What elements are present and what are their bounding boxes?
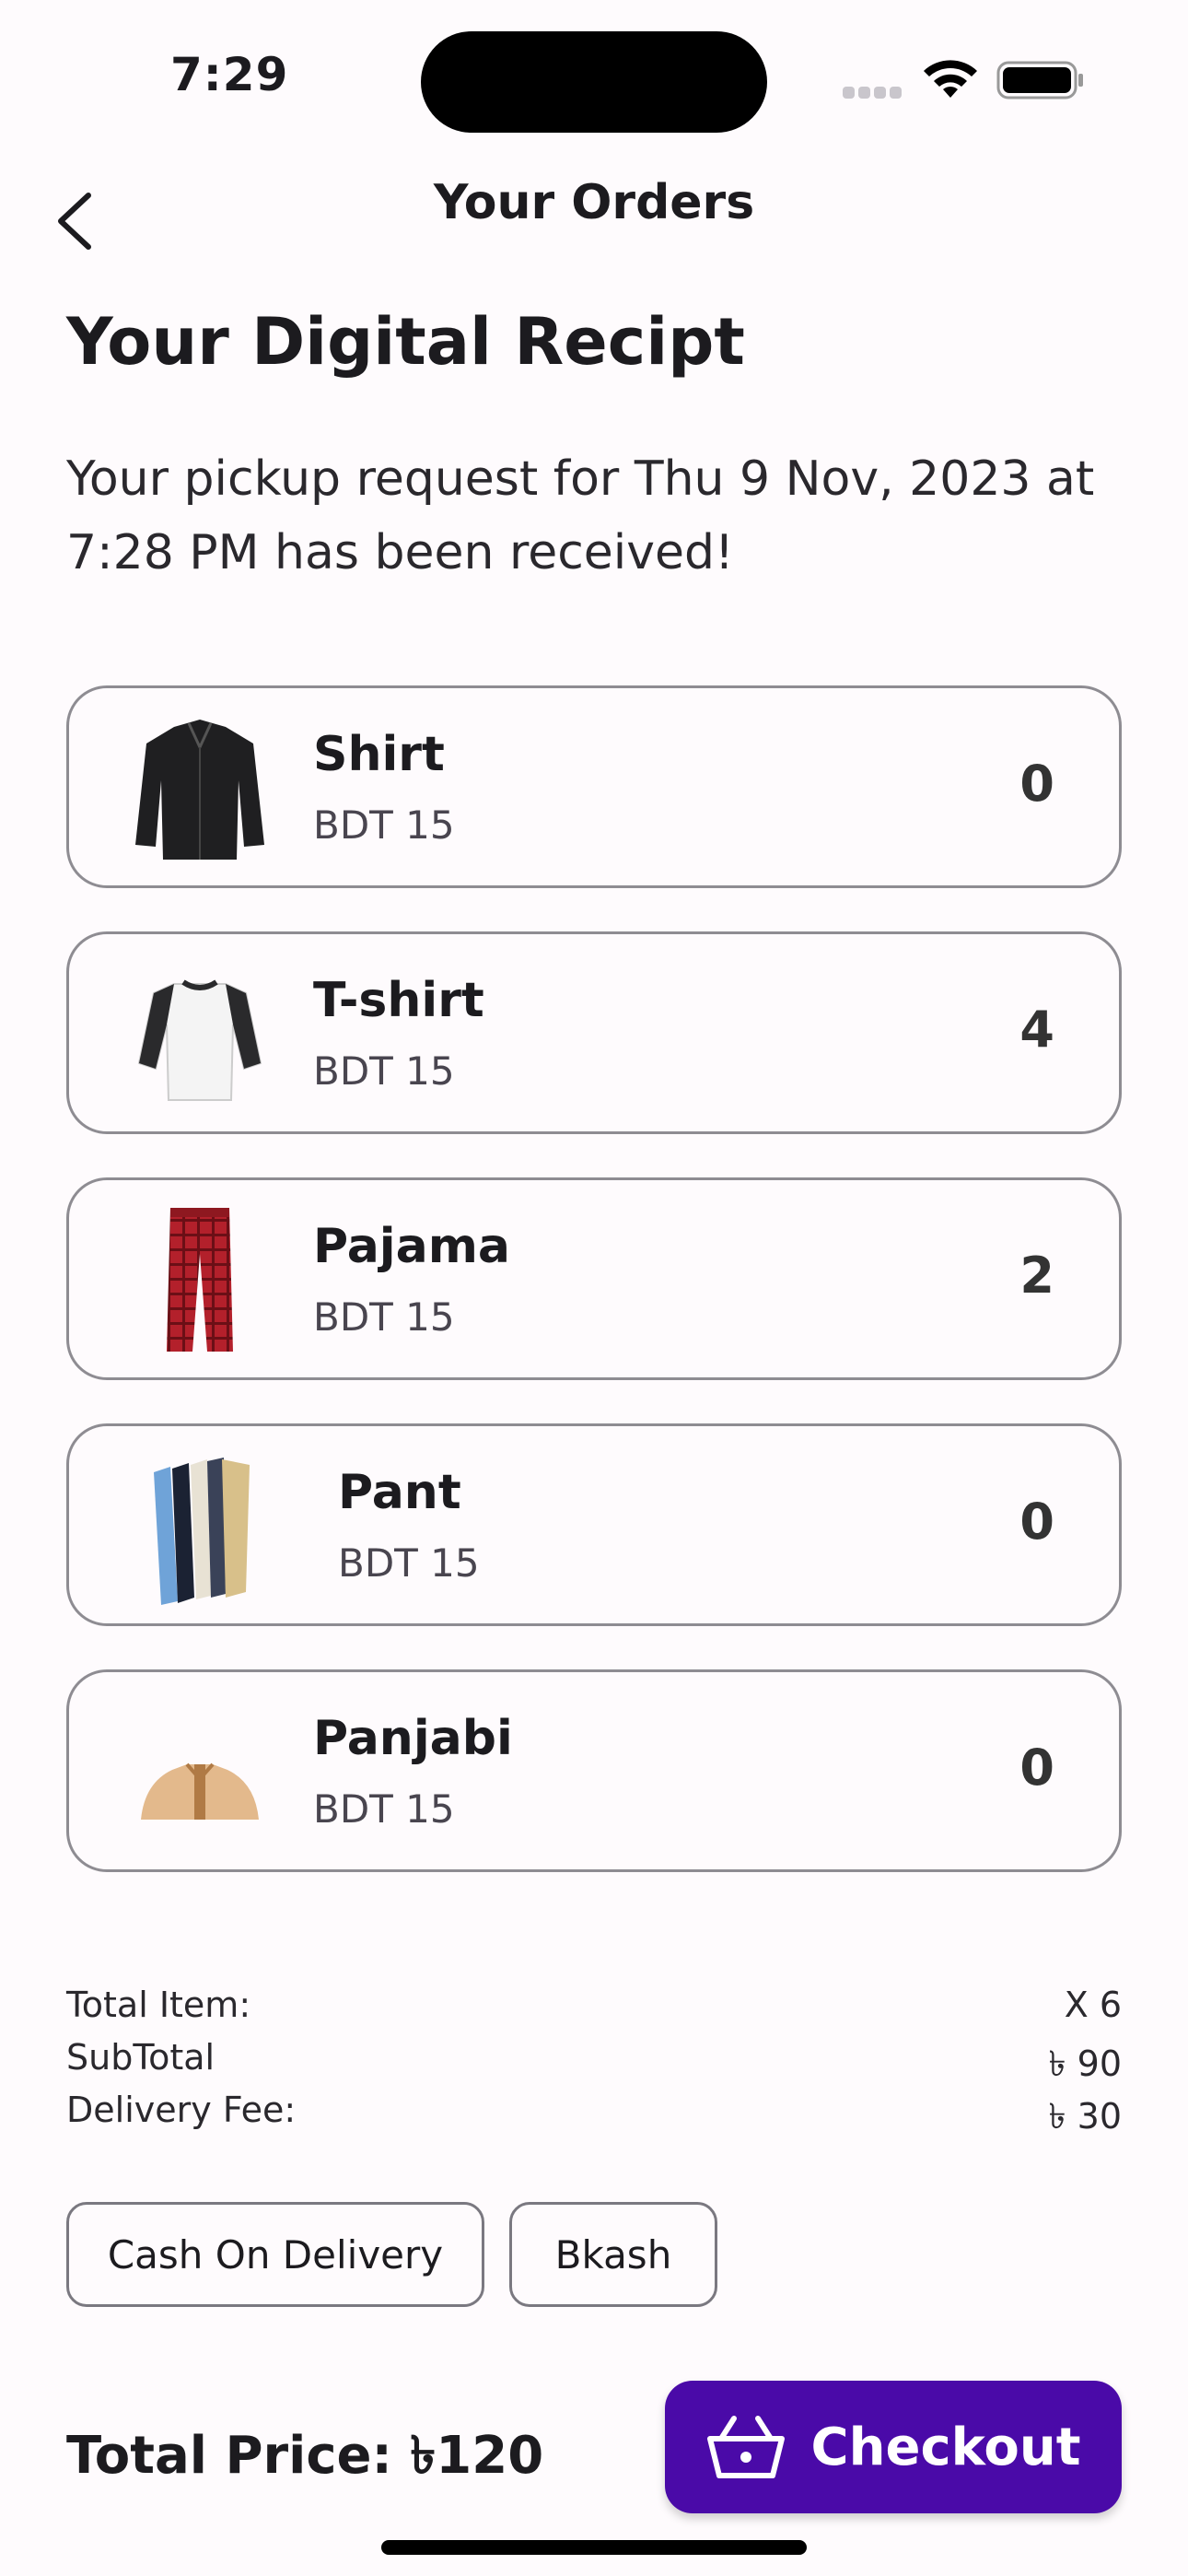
cash-on-delivery-button[interactable]: Cash On Delivery xyxy=(66,2202,484,2307)
cellular-signal-icon xyxy=(843,85,907,99)
dynamic-island xyxy=(421,31,767,133)
tshirt-icon xyxy=(137,979,262,1101)
item-price: BDT 15 xyxy=(313,1294,455,1340)
pickup-message: Your pickup request for Thu 9 Nov, 2023 … xyxy=(66,451,1095,580)
subtotal-value: ৳ 90 xyxy=(1048,2043,1122,2084)
chevron-left-icon xyxy=(58,193,91,250)
header-title: Your Orders xyxy=(433,175,755,230)
panjabi-icon xyxy=(141,1762,259,1820)
checkout-label: Checkout xyxy=(810,2417,1081,2477)
item-quantity: 0 xyxy=(1019,755,1054,813)
item-card-shirt[interactable]: Shirt BDT 15 0 xyxy=(66,685,1122,888)
delivery-fee-value: ৳ 30 xyxy=(1048,2096,1122,2137)
total-item-value: X 6 xyxy=(1064,1985,1122,2025)
item-name: Pant xyxy=(338,1465,461,1520)
item-card-tshirt[interactable]: T-shirt BDT 15 4 xyxy=(66,931,1122,1134)
subtotal-label: SubTotal xyxy=(66,2037,215,2078)
checkout-button[interactable]: Checkout xyxy=(665,2381,1122,2513)
item-name: T-shirt xyxy=(313,973,484,1028)
item-card-panjabi[interactable]: Panjabi BDT 15 0 xyxy=(66,1669,1122,1872)
pant-icon xyxy=(154,1458,250,1605)
total-price: Total Price: ৳120 xyxy=(66,2426,544,2486)
item-quantity: 0 xyxy=(1019,1739,1054,1797)
total-item-label: Total Item: xyxy=(66,1985,251,2025)
item-name: Shirt xyxy=(313,727,445,782)
item-price: BDT 15 xyxy=(338,1540,480,1586)
page-heading: Your Digital Recipt xyxy=(66,304,745,380)
item-price: BDT 15 xyxy=(313,1786,455,1832)
item-price: BDT 15 xyxy=(313,802,455,848)
delivery-fee-label: Delivery Fee: xyxy=(66,2090,297,2130)
shirt-icon xyxy=(135,720,264,860)
item-card-pajama[interactable]: Pajama BDT 15 2 xyxy=(66,1177,1122,1380)
item-name: Panjabi xyxy=(313,1711,513,1766)
item-quantity: 2 xyxy=(1019,1247,1054,1305)
item-price: BDT 15 xyxy=(313,1048,455,1094)
basket-icon xyxy=(706,2416,785,2478)
item-name: Pajama xyxy=(313,1219,510,1274)
back-button[interactable] xyxy=(37,184,111,258)
bkash-button[interactable]: Bkash xyxy=(509,2202,717,2307)
battery-icon xyxy=(996,61,1083,100)
item-card-pant[interactable]: Pant BDT 15 0 xyxy=(66,1423,1122,1626)
status-time: 7:29 xyxy=(170,48,289,101)
home-indicator[interactable] xyxy=(381,2540,807,2555)
item-quantity: 0 xyxy=(1019,1493,1054,1551)
pajama-icon xyxy=(167,1208,233,1352)
item-quantity: 4 xyxy=(1019,1001,1054,1059)
wifi-icon xyxy=(924,60,977,98)
